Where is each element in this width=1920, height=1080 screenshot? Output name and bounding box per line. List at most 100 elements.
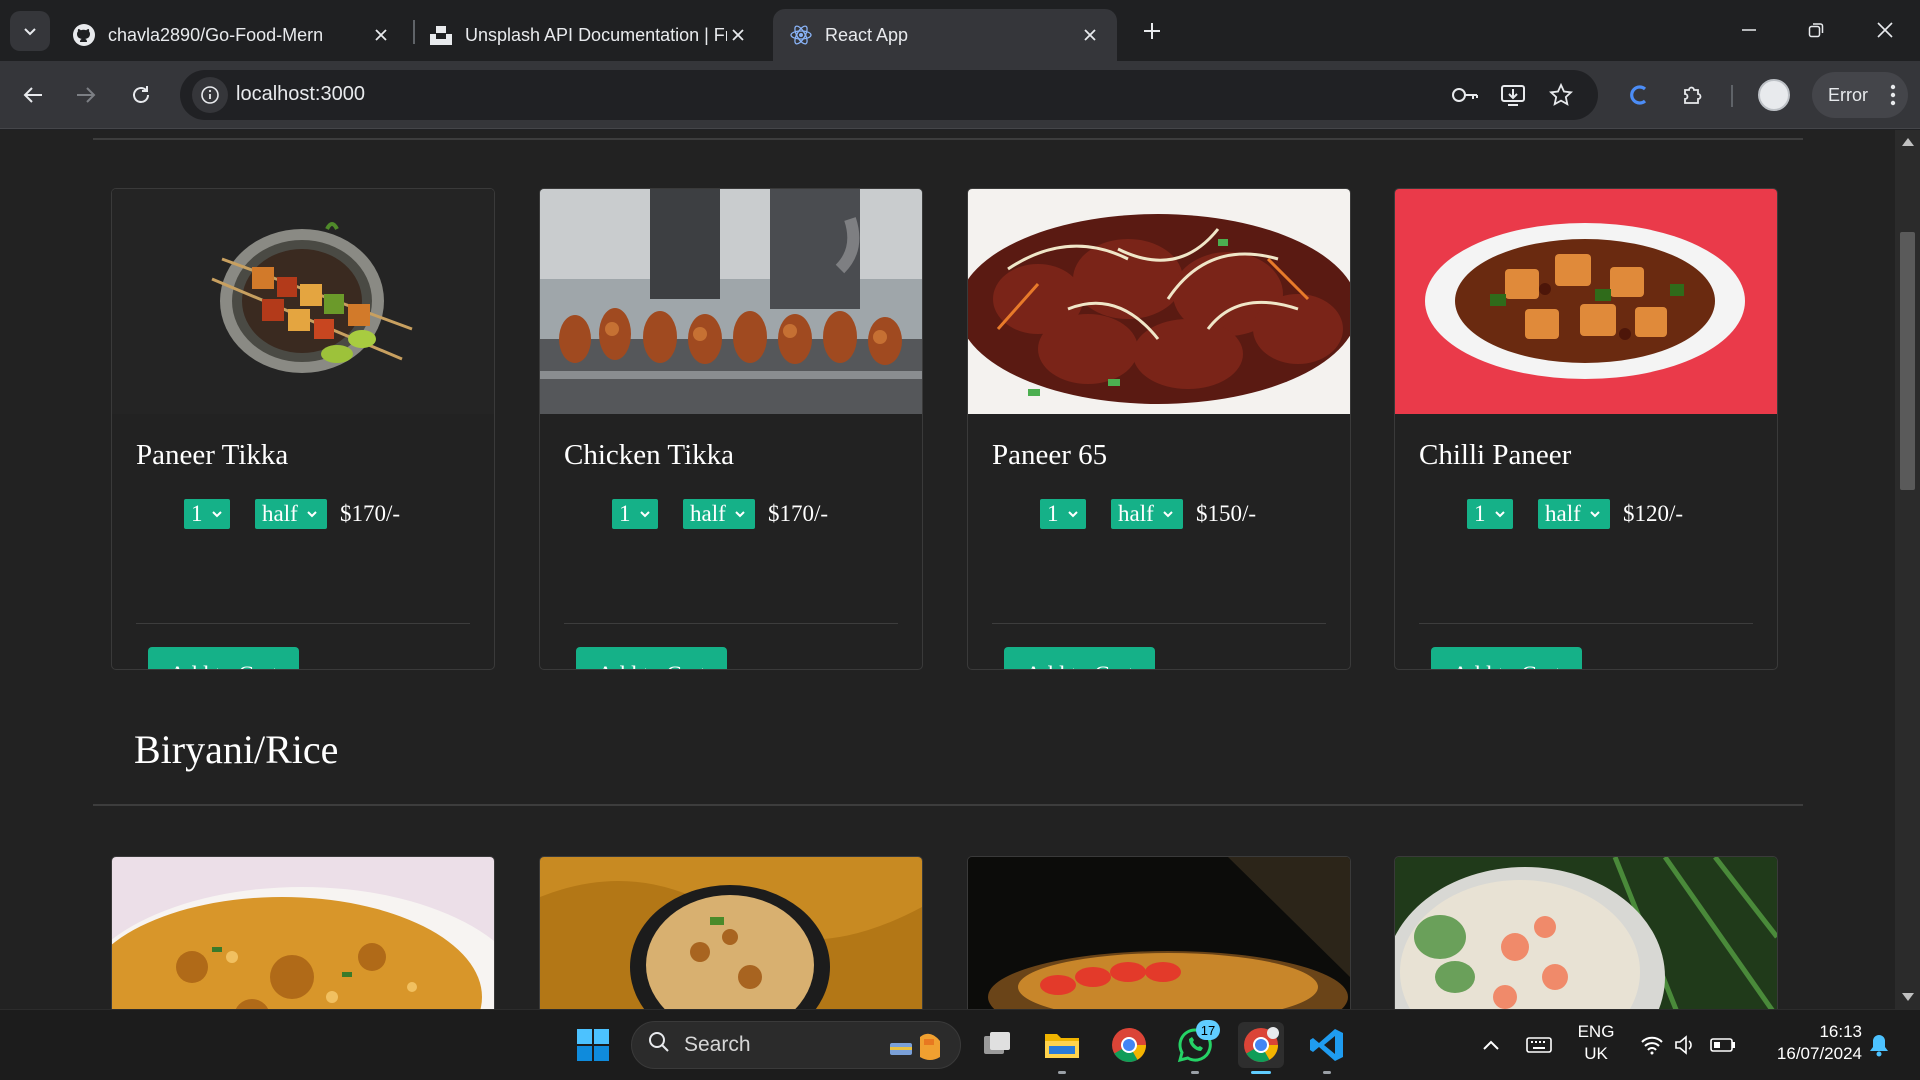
running-indicator [1323, 1071, 1331, 1074]
running-indicator [1058, 1071, 1066, 1074]
notification-bell-icon[interactable] [1866, 1032, 1892, 1058]
password-key-icon[interactable] [1450, 80, 1480, 110]
site-info-button[interactable] [192, 77, 228, 113]
scroll-up-arrow-icon[interactable] [1902, 138, 1914, 146]
add-to-cart-button[interactable]: Add to Cart [1004, 647, 1155, 669]
windows-taskbar: Search 17 ENG UK 16:13 16/07/2024 [0, 1009, 1920, 1080]
chevron-up-icon[interactable] [1478, 1032, 1504, 1058]
keyboard-icon[interactable] [1526, 1032, 1552, 1058]
food-image-chicken-tikka [540, 189, 922, 414]
arrow-right-icon [77, 87, 96, 103]
price-label: $170/- [340, 501, 401, 526]
active-indicator [1251, 1071, 1271, 1074]
food-card: Chilli Paneer 1 half $120/- Add to Cart [1394, 188, 1778, 670]
folder-icon [1045, 1034, 1079, 1058]
quantity-select[interactable]: 1 [184, 499, 230, 529]
section-divider [93, 138, 1803, 140]
volume-icon[interactable] [1673, 1032, 1699, 1058]
tab-unsplash[interactable]: Unsplash API Documentation | Fr [413, 9, 765, 61]
date-label: 16/07/2024 [1776, 1044, 1862, 1063]
size-select[interactable]: half [255, 499, 327, 529]
error-label: Error [1828, 84, 1868, 105]
reload-button[interactable] [121, 75, 161, 115]
scroll-down-arrow-icon[interactable] [1902, 993, 1914, 1001]
more-menu-icon[interactable] [1890, 84, 1896, 111]
close-tab-icon[interactable] [1079, 24, 1101, 46]
scrollbar-thumb[interactable] [1900, 232, 1915, 490]
quantity-select[interactable]: 1 [1467, 499, 1513, 529]
bookmark-star-icon[interactable] [1546, 80, 1576, 110]
section-divider [93, 804, 1803, 806]
size-select[interactable]: half [1538, 499, 1610, 529]
plus-icon [1144, 23, 1160, 39]
close-tab-icon[interactable] [370, 24, 392, 46]
wifi-icon[interactable] [1639, 1032, 1665, 1058]
tab-strip: chavla2890/Go-Food-Mern Unsplash API Doc… [0, 0, 1920, 61]
file-explorer-button[interactable] [1039, 1022, 1085, 1074]
chrome-button[interactable] [1106, 1022, 1152, 1068]
search-icon [648, 1031, 670, 1059]
food-image-biryani [112, 857, 494, 1009]
size-select[interactable]: half [1111, 499, 1183, 529]
clock[interactable]: 16:13 16/07/2024 [1752, 1022, 1862, 1064]
food-image-shrimp-rice [1395, 857, 1777, 1009]
profile-error-chip[interactable]: Error [1812, 72, 1908, 118]
new-tab-button[interactable] [1136, 15, 1168, 47]
food-card: Paneer 65 1 half $150/- Add to Cart [967, 188, 1351, 670]
chevron-down-icon [211, 508, 223, 520]
forward-button[interactable] [66, 75, 106, 115]
quantity-select[interactable]: 1 [1040, 499, 1086, 529]
category-heading: Biryani/Rice [134, 727, 339, 772]
food-name: Chicken Tikka [564, 439, 734, 471]
page-viewport: Paneer Tikka 1 half $170/- Add to Cart [0, 130, 1895, 1009]
add-to-cart-button[interactable]: Add to Cart [148, 647, 299, 669]
whatsapp-button[interactable]: 17 [1172, 1020, 1220, 1074]
running-indicator [1191, 1071, 1199, 1074]
search-label: Search [684, 1033, 751, 1056]
task-view-button[interactable] [974, 1022, 1020, 1068]
chevron-down-icon [1589, 508, 1601, 520]
extension-c-icon[interactable] [1622, 78, 1656, 112]
chevron-down-icon [1494, 508, 1506, 520]
food-image-paneer-tikka [112, 189, 494, 414]
page-scrollbar[interactable] [1895, 130, 1920, 1009]
install-app-icon[interactable] [1498, 80, 1528, 110]
add-to-cart-button[interactable]: Add to Cart [576, 647, 727, 669]
chrome-profile-button[interactable] [1238, 1022, 1284, 1074]
url-text[interactable]: localhost:3000 [236, 83, 365, 106]
address-bar[interactable]: localhost:3000 [180, 70, 1598, 120]
language-indicator[interactable]: ENG UK [1574, 1022, 1618, 1064]
tab-react-app[interactable]: React App [773, 9, 1117, 61]
task-view-icon [984, 1032, 1010, 1054]
back-button[interactable] [13, 75, 53, 115]
tab-title: Unsplash API Documentation | Fr [465, 24, 727, 45]
unsplash-icon [429, 23, 453, 47]
battery-icon[interactable] [1710, 1032, 1736, 1058]
food-card [1394, 856, 1778, 1009]
add-to-cart-button[interactable]: Add to Cart [1431, 647, 1582, 669]
tab-github[interactable]: chavla2890/Go-Food-Mern [56, 9, 408, 61]
start-button[interactable] [570, 1022, 616, 1068]
close-window-button[interactable] [1862, 8, 1908, 52]
vscode-button[interactable] [1304, 1022, 1350, 1074]
close-tab-icon[interactable] [727, 24, 749, 46]
restore-button[interactable] [1793, 8, 1839, 52]
restore-icon [1808, 23, 1824, 38]
quantity-value: 1 [1047, 501, 1059, 526]
tab-search-button[interactable] [10, 11, 50, 51]
quantity-select[interactable]: 1 [612, 499, 658, 529]
windows-logo-icon [577, 1029, 609, 1061]
size-select[interactable]: half [683, 499, 755, 529]
minimize-button[interactable] [1726, 8, 1772, 52]
extensions-puzzle-icon[interactable] [1676, 78, 1710, 112]
size-value: half [690, 501, 726, 526]
food-name: Paneer 65 [992, 439, 1108, 471]
taskbar-search[interactable]: Search [631, 1021, 961, 1069]
food-name: Chilli Paneer [1419, 439, 1572, 471]
language-label: ENG [1577, 1022, 1615, 1041]
toolbar-divider [1731, 85, 1733, 107]
food-image-paneer-65 [968, 189, 1350, 414]
food-card: Chicken Tikka 1 half $170/- Add to Cart [539, 188, 923, 670]
food-card [967, 856, 1351, 1009]
profile-avatar[interactable] [1758, 79, 1790, 111]
